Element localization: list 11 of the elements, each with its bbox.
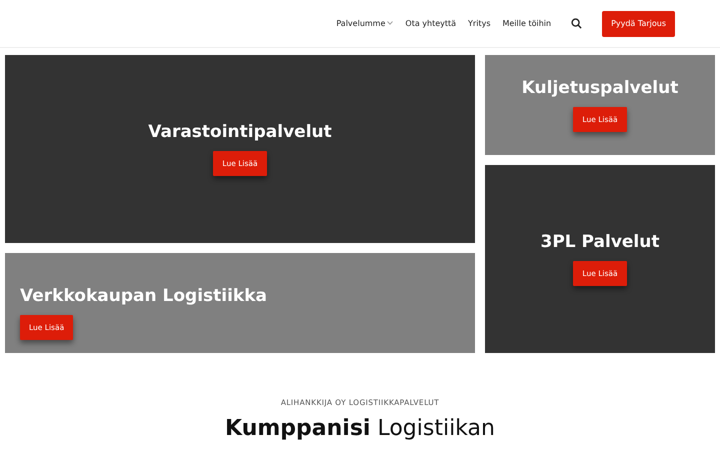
nav-link[interactable]: Yritys [468,18,490,30]
tile-title: 3PL Palvelut [540,232,660,253]
nav-link[interactable]: Meille töihin [502,18,552,30]
search-icon[interactable] [571,18,582,29]
quote-button[interactable]: Pyydä Tarjous [602,10,675,36]
tile-title: Varastointipalvelut [148,122,332,143]
nav-link[interactable]: Ota yhteyttä [405,18,456,30]
section-heading: Kumppanisi Logistiikan [224,416,496,442]
tile-title: Kuljetuspalvelut [522,78,678,99]
nav-link[interactable]: Palvelumme [336,18,394,30]
tile-title: Verkkokaupan Logistiikka [20,286,268,307]
